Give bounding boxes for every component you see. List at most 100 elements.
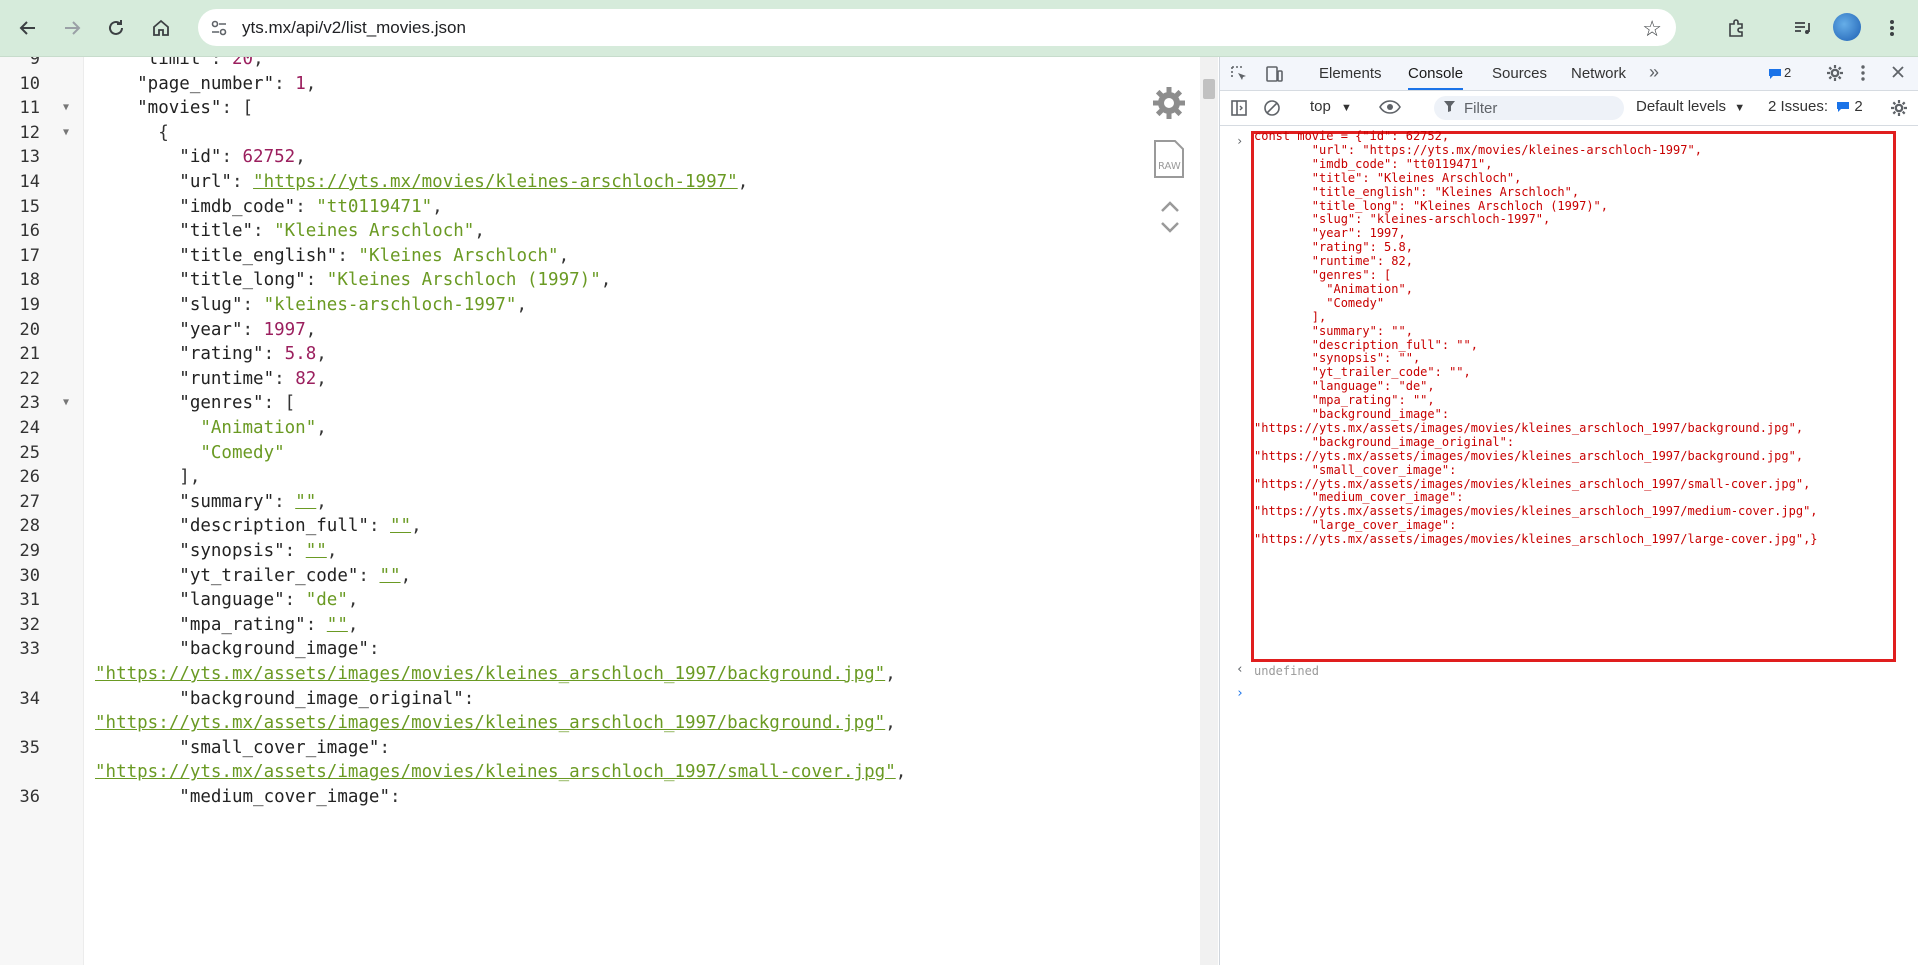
line-number: 10 [19,73,40,94]
line-number: 25 [19,442,40,463]
json-token: , [474,221,485,242]
console-code-line: "year": 1997, [1254,226,1406,241]
devtools-panel: Elements Console Sources Network » 2 top… [1219,57,1918,965]
line-number: 22 [19,368,40,389]
json-token: "page_number" [95,73,275,94]
code-text: "Animation", [95,416,326,441]
tab-sources[interactable]: Sources [1492,57,1547,90]
console-code-line: "title_english": "Kleines Arschloch", [1254,184,1580,199]
json-link[interactable]: "" [327,615,348,635]
line-number: 12 [19,122,40,143]
json-link[interactable]: "https://yts.mx/assets/images/movies/kle… [95,664,885,684]
extensions-icon[interactable] [1720,12,1752,44]
json-link[interactable]: "" [306,541,327,561]
code-text: "Comedy" [95,441,285,466]
code-line: 32 "mpa_rating": "", [0,613,1218,638]
json-token: , [400,565,412,586]
json-token: "Comedy" [95,442,285,463]
context-selector[interactable]: top ▼ [1310,98,1352,115]
line-number: 21 [19,344,40,365]
code-line: 16 "title": "Kleines Arschloch", [0,219,1218,244]
console-prompt[interactable]: › [1236,686,1244,701]
json-token: : [231,172,254,192]
code-line: 28 "description_full": "", [0,514,1218,539]
line-number: 11 [19,98,40,119]
json-token: "medium_cover_image" [95,787,391,807]
code-line: 18 "title_long": "Kleines Arschloch (199… [0,268,1218,293]
json-token: "title_english" [95,245,338,266]
live-expression-eye-icon[interactable] [1379,99,1401,119]
code-text: "runtime": 82, [95,367,327,392]
code-text: "description_full": "", [95,514,421,539]
settings-gear-icon[interactable] [1151,85,1187,126]
tab-console[interactable]: Console [1408,57,1464,90]
viewer-scroll-thumb[interactable] [1203,79,1215,99]
devtools-menu-icon[interactable] [1860,64,1866,87]
chrome-menu-icon[interactable] [1876,12,1908,44]
fold-toggle-icon[interactable]: ▼ [63,391,69,416]
json-link[interactable]: "" [295,492,316,512]
log-levels-dropdown[interactable]: Default levels ▼ [1636,98,1745,115]
json-token: , [347,614,359,635]
forward-icon[interactable] [56,12,88,44]
code-line: 15 "imdb_code": "tt0119471", [0,195,1218,220]
viewer-scrollbar[interactable] [1200,57,1218,965]
media-controls-icon[interactable] [1786,12,1818,44]
fold-toggle-icon[interactable]: ▼ [63,121,69,146]
console-code-line: "background_image_original": [1254,434,1515,449]
clear-console-icon[interactable] [1263,99,1281,121]
console-code-line: "https://yts.mx/assets/images/movies/kle… [1254,448,1804,463]
json-token: : [358,565,380,586]
code-line: "https://yts.mx/assets/images/movies/kle… [0,711,1218,736]
line-number: 31 [19,590,40,611]
json-token: : [263,344,285,365]
json-token: : [337,245,359,266]
result-arrow-icon: ‹ [1236,662,1244,677]
code-line: 19 "slug": "kleines-arschloch-1997", [0,293,1218,318]
json-token: , [253,57,264,69]
json-token: : [253,221,275,242]
code-text: "https://yts.mx/assets/images/movies/kle… [95,711,896,736]
json-link[interactable]: "https://yts.mx/assets/images/movies/kle… [95,762,896,782]
json-token: "rating" [95,344,264,365]
close-devtools-icon[interactable] [1890,64,1906,85]
profile-avatar[interactable] [1833,13,1861,41]
collapse-expand-icon[interactable] [1159,197,1181,242]
filter-funnel-icon [1443,100,1456,117]
devtools-settings-icon[interactable] [1826,64,1844,87]
tab-network[interactable]: Network [1571,57,1626,90]
line-number: 20 [19,319,40,340]
line-number: 14 [19,172,40,192]
raw-view-icon[interactable]: RAW [1152,139,1186,184]
json-link[interactable]: "" [390,516,411,536]
console-code-line: "genres": [ [1254,268,1392,282]
site-info-icon[interactable] [208,17,230,39]
back-icon[interactable] [12,12,44,44]
more-tabs-icon[interactable]: » [1649,62,1659,83]
json-token: , [347,590,359,611]
json-viewer: 9 "limit": 20, 10 "page_number": 1, 11 ▼ "m… [0,57,1218,965]
sidebar-toggle-icon[interactable] [1230,99,1248,121]
reload-icon[interactable] [100,12,132,44]
code-line: 26 ], [0,465,1218,490]
inspect-element-icon[interactable] [1230,65,1248,88]
address-bar[interactable]: yts.mx/api/v2/list_movies.json ☆ [198,9,1676,46]
device-toolbar-icon[interactable] [1264,65,1284,88]
console-filter-input[interactable]: Filter [1434,96,1624,120]
tab-elements[interactable]: Elements [1319,57,1382,90]
json-token: : [284,590,306,611]
home-icon[interactable] [145,12,177,44]
issues-count: 2 [1854,98,1863,115]
json-token: : [ [263,393,296,414]
messages-count: 2 [1784,65,1792,80]
messages-badge[interactable]: 2 [1768,65,1791,80]
json-link[interactable]: "https://yts.mx/assets/images/movies/kle… [95,713,885,733]
json-link[interactable]: "https://yts.mx/movies/kleines-arschloch… [253,172,738,192]
issues-counter[interactable]: 2 Issues: 2 [1768,98,1863,115]
json-link[interactable]: "" [379,566,400,586]
console-settings-icon[interactable] [1890,99,1908,121]
code-line: 30 "yt_trailer_code": "", [0,564,1218,589]
fold-toggle-icon[interactable]: ▼ [63,96,69,121]
json-token: , [305,319,317,340]
bookmark-star-icon[interactable]: ☆ [1642,16,1662,42]
